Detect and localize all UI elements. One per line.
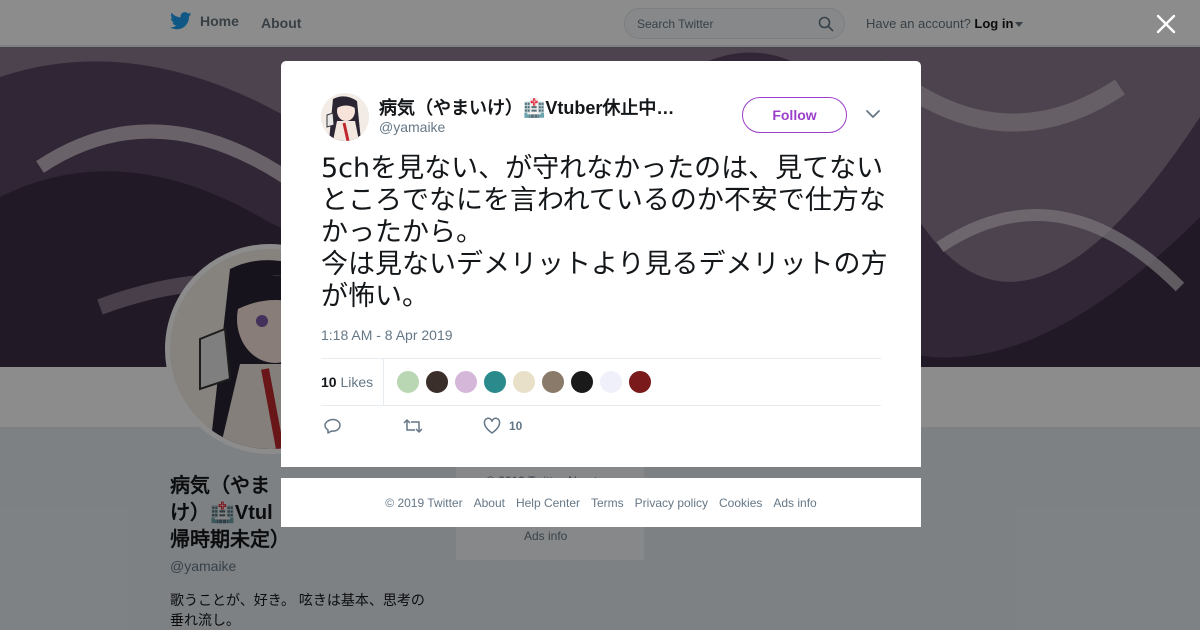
- liker-avatar[interactable]: [512, 370, 536, 394]
- tweet-text: 5chを見ない、が守れなかったのは、見てないところでなにを言われているのか不安で…: [321, 153, 888, 312]
- tweet-actions: 10: [321, 417, 721, 441]
- footer-terms-link[interactable]: Terms: [591, 496, 624, 510]
- tweet-author-name[interactable]: 病気（やまいけ）🏥Vtuber休止中…: [379, 94, 689, 120]
- chevron-down-icon[interactable]: [865, 108, 881, 120]
- reply-icon: [324, 418, 341, 434]
- liker-avatars: [396, 370, 652, 394]
- stats-divider: [383, 359, 384, 405]
- liker-avatar[interactable]: [628, 370, 652, 394]
- reply-button[interactable]: [324, 417, 342, 435]
- tweet-author-handle[interactable]: @yamaike: [379, 119, 445, 135]
- liker-avatar[interactable]: [454, 370, 478, 394]
- follow-button[interactable]: Follow: [742, 97, 847, 133]
- close-icon[interactable]: [1154, 12, 1178, 36]
- liker-avatar[interactable]: [599, 370, 623, 394]
- heart-icon: [483, 417, 501, 434]
- tweet-modal: 病気（やまいけ）🏥Vtuber休止中… @yamaike Follow 5chを…: [281, 61, 921, 467]
- retweet-icon: [403, 419, 423, 433]
- tweet-timestamp[interactable]: 1:18 AM - 8 Apr 2019: [321, 327, 453, 343]
- like-action-count: 10: [509, 419, 523, 433]
- liker-avatar[interactable]: [425, 370, 449, 394]
- liker-avatar[interactable]: [541, 370, 565, 394]
- retweet-button[interactable]: [403, 417, 423, 435]
- footer-about-link[interactable]: About: [474, 496, 505, 510]
- liker-avatar[interactable]: [483, 370, 507, 394]
- likes-count: 10: [321, 374, 337, 390]
- liker-avatar[interactable]: [396, 370, 420, 394]
- tweet-author-avatar[interactable]: [321, 93, 369, 141]
- footer-copyright: © 2019 Twitter: [385, 495, 463, 510]
- footer: © 2019 Twitter About Help Center Terms P…: [281, 478, 921, 527]
- footer-help-link[interactable]: Help Center: [516, 496, 580, 510]
- likes-label: Likes: [340, 374, 374, 390]
- liker-avatar[interactable]: [570, 370, 594, 394]
- footer-ads-link[interactable]: Ads info: [773, 496, 816, 510]
- footer-privacy-link[interactable]: Privacy policy: [635, 496, 708, 510]
- likes-stat[interactable]: 10 Likes: [321, 374, 373, 390]
- tweet-stats: 10 Likes: [321, 358, 881, 406]
- footer-cookies-link[interactable]: Cookies: [719, 496, 762, 510]
- like-button[interactable]: 10: [483, 417, 522, 435]
